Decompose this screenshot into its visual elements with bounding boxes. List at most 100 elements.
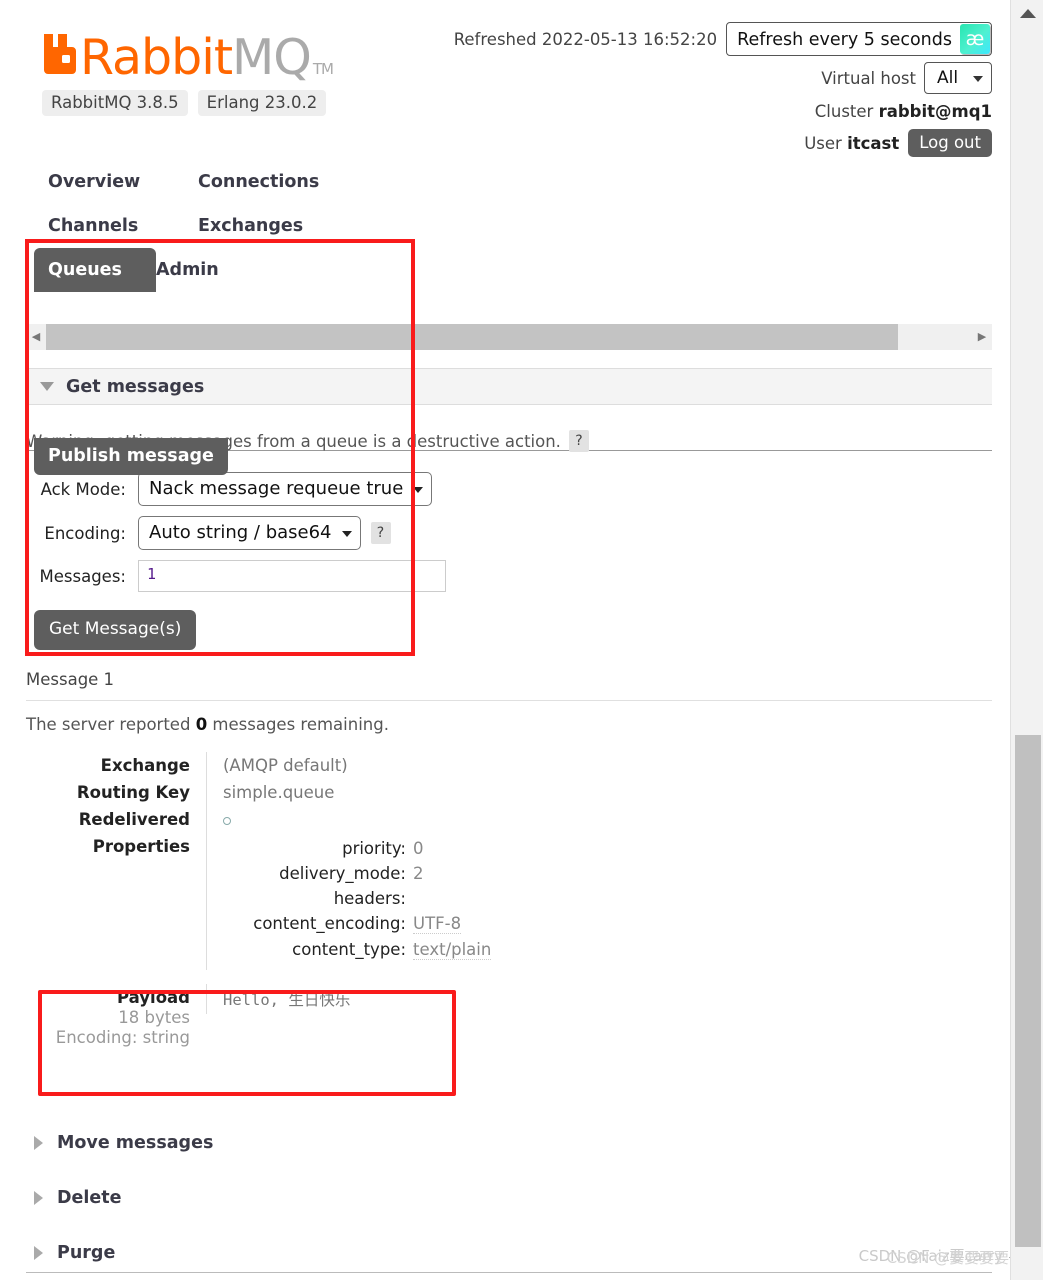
property-name-content-type: content_type: [292, 940, 406, 959]
payload-row: Payload 18 bytes Encoding: string Hello,… [26, 984, 992, 1051]
redelivered-value [206, 806, 992, 833]
nav-item-channels[interactable]: Channels [48, 204, 198, 248]
chevron-down-icon [341, 530, 352, 537]
messages-label: Messages: [39, 566, 126, 586]
list-item: headers: [223, 889, 992, 908]
vhost-selected-value: All [937, 68, 959, 88]
table-row: Exchange (AMQP default) [26, 752, 992, 779]
triangle-right-icon [34, 1191, 43, 1205]
circle-icon [223, 817, 231, 825]
rabbitmq-logo[interactable]: RabbitMQ TM [42, 28, 334, 92]
triangle-right-icon [34, 1136, 43, 1150]
publish-message-button[interactable]: Publish message [34, 438, 228, 475]
logout-button[interactable]: Log out [908, 129, 992, 157]
refreshed-timestamp: Refreshed 2022-05-13 16:52:20 [453, 29, 718, 49]
get-messages-form: Ack Mode: Nack message requeue true Enco… [34, 472, 446, 602]
vertical-scrollbar-thumb[interactable] [1015, 735, 1041, 1247]
redelivered-label: Redelivered [78, 810, 190, 829]
purge-section[interactable]: Purge [34, 1243, 115, 1263]
payload-body: Hello, 生日快乐 [223, 991, 351, 1009]
user-row: User itcast Log out [454, 129, 992, 157]
property-value-delivery-mode: 2 [413, 864, 424, 883]
logo-text-rabbit: Rabbit [80, 29, 233, 86]
purge-label: Purge [57, 1243, 116, 1263]
horizontal-scrollbar[interactable]: ◀ ▶ [26, 324, 992, 350]
list-item: content_type: text/plain [223, 940, 992, 960]
nav-item-connections[interactable]: Connections [198, 160, 348, 204]
encoding-help-icon[interactable]: ? [370, 522, 391, 544]
payload-label: Payload [117, 988, 190, 1007]
vertical-scrollbar[interactable] [1010, 0, 1043, 1280]
move-messages-label: Move messages [57, 1133, 214, 1153]
nav-item-overview[interactable]: Overview [48, 160, 198, 204]
ack-mode-select[interactable]: Nack message requeue true [138, 472, 433, 506]
vhost-label: Virtual host [821, 68, 916, 88]
delete-label: Delete [57, 1188, 122, 1208]
encoding-label: Encoding: [44, 523, 126, 543]
ack-mode-row: Ack Mode: Nack message requeue true [34, 472, 446, 506]
refresh-row: Refreshed 2022-05-13 16:52:20 Refresh ev… [454, 22, 992, 56]
refresh-interval-select[interactable]: Refresh every 5 seconds æ [726, 22, 992, 56]
user-label: User [804, 133, 842, 153]
messages-count-input[interactable]: 1 [138, 560, 446, 592]
version-pills: RabbitMQ 3.8.5 Erlang 23.0.2 [42, 90, 327, 116]
cluster-row: Cluster rabbit@mq1 [454, 102, 992, 121]
cluster-value: rabbit@mq1 [878, 102, 992, 121]
nav-item-queues[interactable]: Queues [34, 248, 156, 292]
list-item: content_encoding: UTF-8 [223, 914, 992, 934]
property-name-content-encoding: content_encoding: [253, 914, 406, 933]
routing-key-label: Routing Key [76, 783, 190, 802]
ime-indicator-icon[interactable]: æ [960, 24, 990, 54]
encoding-select[interactable]: Auto string / base64 [138, 516, 361, 550]
property-name-priority: priority: [342, 839, 406, 858]
scroll-up-arrow-icon[interactable] [1011, 0, 1043, 26]
horizontal-scrollbar-track[interactable] [46, 324, 972, 350]
vhost-select[interactable]: All [924, 62, 992, 94]
property-value-content-encoding: UTF-8 [413, 914, 462, 934]
ack-mode-value: Nack message requeue true [149, 478, 404, 499]
properties-label: Properties [92, 837, 190, 856]
page-header: RabbitMQ TM RabbitMQ 3.8.5 Erlang 23.0.2 … [0, 0, 1010, 160]
logo-text-mq: MQ [232, 29, 312, 86]
list-item: priority: 0 [223, 839, 992, 858]
refresh-interval-label: Refresh every 5 seconds [737, 30, 952, 50]
payload-value-cell: Hello, 生日快乐 [206, 984, 992, 1014]
exchange-value: (AMQP default) [206, 752, 992, 779]
payload-size: 18 bytes [118, 1008, 190, 1027]
properties-list: priority: 0 delivery_mode: 2 headers: co… [223, 837, 992, 960]
scroll-left-arrow-icon[interactable]: ◀ [26, 324, 46, 350]
cluster-label: Cluster [814, 102, 874, 121]
property-value-priority: 0 [413, 839, 424, 858]
scroll-right-arrow-icon[interactable]: ▶ [972, 324, 992, 350]
move-messages-section[interactable]: Move messages [34, 1133, 213, 1153]
rabbitmq-version-pill: RabbitMQ 3.8.5 [42, 90, 188, 116]
user-value: itcast [847, 133, 900, 153]
message-detail-table: Exchange (AMQP default) Routing Key simp… [26, 752, 992, 1051]
encoding-value: Auto string / base64 [149, 522, 332, 543]
encoding-row: Encoding: Auto string / base64 ? [34, 516, 446, 550]
table-row: Properties priority: 0 delivery_mode: 2 … [26, 833, 992, 970]
payload-encoding: Encoding: string [55, 1028, 190, 1047]
warning-help-icon[interactable]: ? [568, 430, 589, 452]
message-divider [26, 700, 992, 701]
get-messages-section-header[interactable]: Get messages [26, 368, 992, 405]
nav-item-admin[interactable]: Admin [156, 248, 306, 292]
chevron-down-icon [413, 486, 424, 493]
table-row: Redelivered [26, 806, 992, 833]
report-suffix: messages remaining. [212, 715, 389, 734]
property-name-headers: headers: [333, 889, 406, 908]
erlang-version-pill: Erlang 23.0.2 [197, 90, 327, 116]
nav-item-exchanges[interactable]: Exchanges [198, 204, 348, 248]
messages-remaining-text: The server reported 0 messages remaining… [26, 715, 389, 734]
messages-count-row: Messages: 1 [34, 560, 446, 592]
properties-value: priority: 0 delivery_mode: 2 headers: co… [206, 833, 992, 970]
delete-section[interactable]: Delete [34, 1188, 122, 1208]
report-count: 0 [195, 715, 208, 734]
bottom-divider [26, 1272, 992, 1273]
chevron-down-icon [973, 76, 983, 82]
triangle-right-icon [34, 1246, 43, 1260]
nav-row-3: Queues Admin [0, 248, 1010, 292]
get-messages-button[interactable]: Get Message(s) [34, 610, 197, 650]
horizontal-scrollbar-thumb[interactable] [46, 324, 898, 350]
get-messages-title: Get messages [66, 376, 205, 397]
